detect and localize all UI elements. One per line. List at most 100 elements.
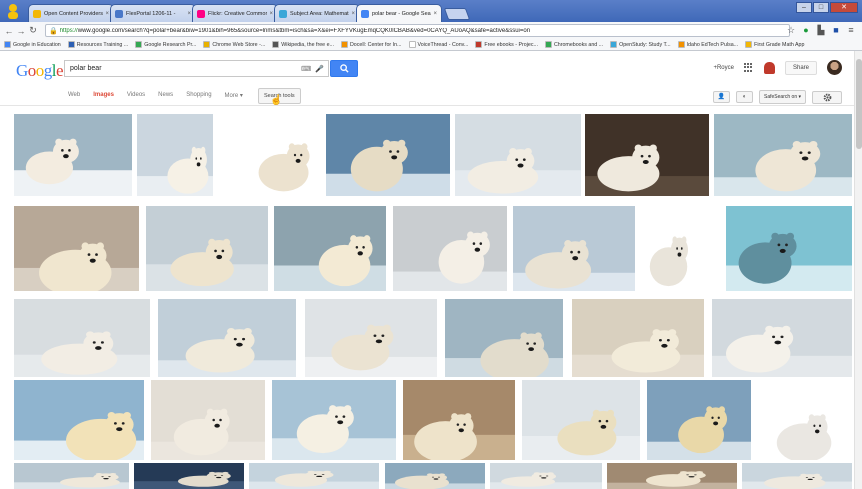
user-name-link[interactable]: +Royce [713,65,734,71]
forward-arrow-icon[interactable]: → [15,26,27,36]
image-result-thumbnail[interactable] [14,206,139,291]
browser-tab[interactable]: polar bear - Google Search× [356,4,442,22]
bookmark-item[interactable]: Google in Education [4,41,61,48]
browser-tab[interactable]: Subject Area: Mathematics × [274,4,360,22]
image-result-thumbnail[interactable] [384,463,485,489]
image-result-thumbnail[interactable] [151,380,265,460]
browser-tab[interactable]: Flickr: Creative Commons × [192,4,278,22]
image-result-thumbnail[interactable] [513,206,635,291]
search-button[interactable] [330,60,358,77]
extension-blue-icon[interactable]: ■ [831,25,841,35]
image-result-thumbnail[interactable] [712,299,852,377]
bookmark-item[interactable]: Chrome Web Store -... [203,41,265,48]
image-result-thumbnail[interactable] [726,206,852,291]
tab-close-icon[interactable]: × [351,11,355,17]
extension-green-icon[interactable]: ● [801,25,811,35]
notifications-icon[interactable] [763,61,775,74]
tab-close-icon[interactable]: × [105,11,109,17]
bookmark-item[interactable]: Wikipedia, the free e... [272,41,334,48]
address-bar[interactable]: 🔒 https://www.google.com/search?q=polar+… [45,24,790,37]
image-result-thumbnail[interactable] [392,206,507,291]
image-result-thumbnail[interactable] [158,299,297,377]
bookmark-item[interactable]: Free ebooks - Projec... [475,41,538,48]
image-result-thumbnail[interactable] [136,114,213,196]
browser-tab[interactable]: FlexPortal 1206-11 - × [110,4,196,22]
image-result-thumbnail[interactable] [14,380,144,460]
menu-icon[interactable]: ≡ [846,25,856,35]
search-type-tab[interactable]: News [158,92,173,99]
image-result-thumbnail[interactable] [403,380,515,460]
bookmark-item[interactable]: Idaho EdTech Pulsa... [677,41,738,48]
bookmark-item[interactable]: Docell: Center for In... [340,41,402,48]
hide-personal-results-icon[interactable]: ◐ [736,91,754,103]
image-result-thumbnail[interactable] [641,206,720,291]
back-arrow-icon[interactable]: ← [3,26,15,36]
image-result-thumbnail[interactable] [217,114,322,196]
avatar[interactable] [827,60,842,75]
browser-tab[interactable]: Open Content Providers × [28,4,114,22]
image-result-thumbnail[interactable] [274,206,386,291]
search-type-tab[interactable]: Shopping [186,92,211,99]
new-tab-button[interactable] [443,8,471,20]
bookmark-item[interactable]: Chromebooks and ... [544,41,603,48]
minimize-icon[interactable]: – [796,2,812,13]
bookmark-item[interactable]: Google Research Pr... [135,41,196,48]
image-result-thumbnail[interactable] [249,463,380,489]
bookmark-label: First Grade Math App [754,41,805,48]
close-window-icon[interactable]: ✕ [830,2,858,13]
image-result-thumbnail[interactable] [489,463,602,489]
tab-close-icon[interactable]: × [187,11,191,17]
bookmark-label: Docell: Center for In... [349,41,402,48]
search-query: polar bear [70,65,102,72]
search-type-tab[interactable]: Videos [127,92,145,99]
page-scrollbar[interactable] [854,51,862,489]
image-result-thumbnail[interactable] [134,463,245,489]
bookmark-favicon-icon [67,41,75,48]
image-result-thumbnail[interactable] [272,380,396,460]
maximize-icon[interactable]: □ [813,2,829,13]
google-logo[interactable]: Google [16,61,64,81]
settings-gear-button[interactable] [812,90,842,104]
bookmark-item[interactable]: Resources Training ... [67,41,128,48]
image-result-thumbnail[interactable] [714,114,852,196]
polar-bear-image [726,206,852,291]
image-result-thumbnail[interactable] [742,463,852,489]
image-result-thumbnail[interactable] [14,114,132,196]
image-result-thumbnail[interactable] [14,299,150,377]
apps-grid-icon[interactable] [743,62,754,73]
star-icon[interactable]: ☆ [786,25,796,35]
profile-person-icon[interactable] [6,3,20,19]
image-result-thumbnail[interactable] [304,299,437,377]
image-result-thumbnail[interactable] [585,114,710,196]
image-result-thumbnail[interactable] [445,299,564,377]
keyboard-icon[interactable]: ⌨ [301,65,311,73]
personal-results-icon[interactable]: 👤 [713,91,731,103]
search-type-tab[interactable]: More ▾ [225,92,243,99]
share-button[interactable]: Share [784,60,817,75]
search-type-tab[interactable]: Web [68,92,80,99]
image-result-thumbnail[interactable] [326,114,450,196]
image-result-thumbnail[interactable] [454,114,581,196]
scrollbar-thumb[interactable] [856,59,862,149]
search-type-tab[interactable]: Images [93,92,114,99]
image-result-thumbnail[interactable] [758,380,852,460]
image-result-thumbnail[interactable] [571,299,704,377]
image-result-thumbnail[interactable] [606,463,737,489]
image-result-thumbnail[interactable] [14,463,129,489]
tab-close-icon[interactable]: × [269,11,273,17]
search-input[interactable]: polar bear ⌨ 🎤 [64,60,329,77]
bookmark-item[interactable]: OpenStudy: Study T... [610,41,671,48]
image-result-thumbnail[interactable] [145,206,268,291]
extension-dark-icon[interactable]: ▙ [816,25,826,35]
bookmark-item[interactable]: First Grade Math App [745,41,804,48]
reload-icon[interactable]: ↻ [27,25,39,36]
tab-close-icon[interactable]: × [433,11,437,17]
image-result-thumbnail[interactable] [647,380,751,460]
image-result-thumbnail[interactable] [522,380,640,460]
microphone-icon[interactable]: 🎤 [315,65,324,73]
polar-bear-image [14,380,144,460]
safesearch-button[interactable]: SafeSearch on ▾ [759,90,806,104]
bookmark-label: Wikipedia, the free e... [281,41,334,48]
toolbar-extensions: ☆ ● ▙ ■ ≡ [786,25,856,35]
bookmark-item[interactable]: VoiceThread - Conv... [408,41,468,48]
